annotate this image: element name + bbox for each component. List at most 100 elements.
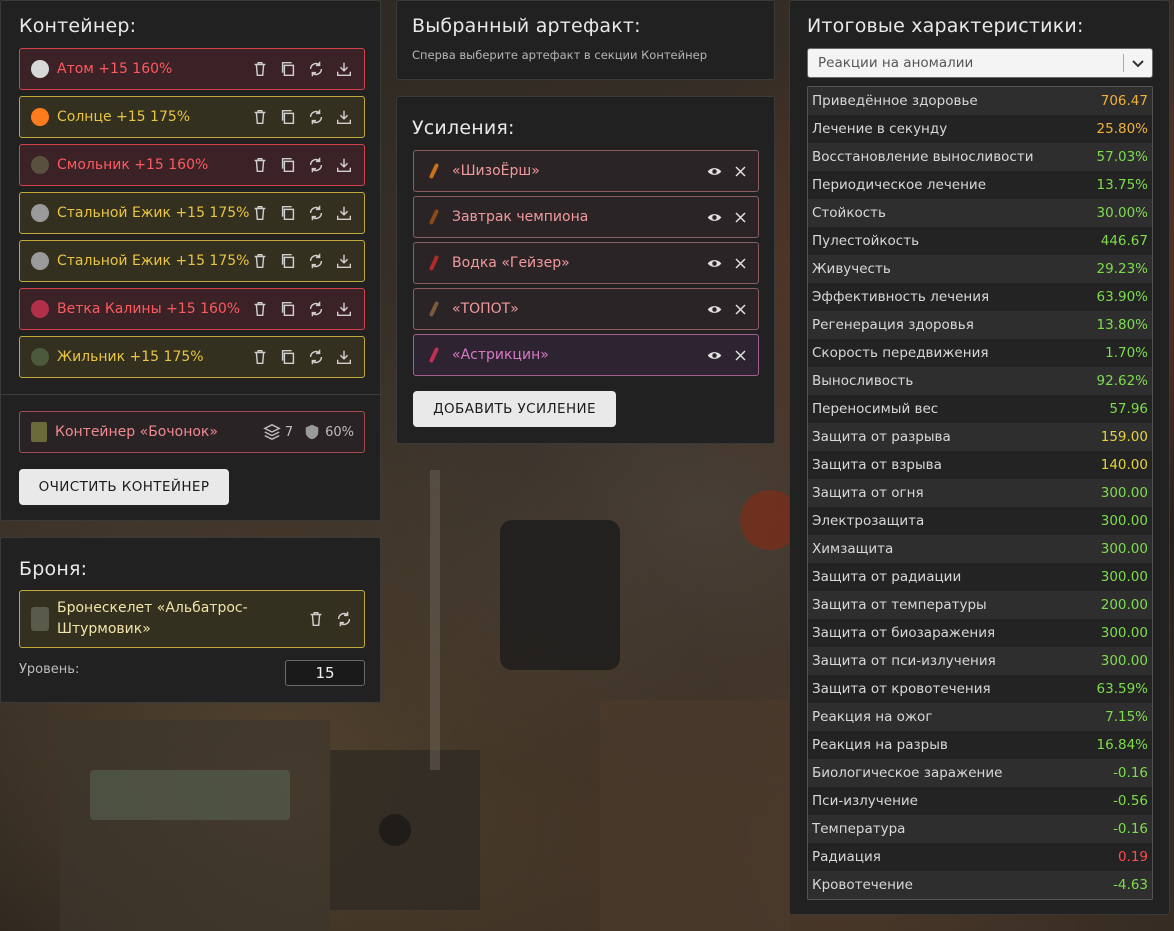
stat-value: 63.90% <box>1096 289 1148 305</box>
copy-icon[interactable] <box>277 202 299 224</box>
download-icon[interactable] <box>333 106 355 128</box>
stat-value: 57.96 <box>1109 401 1148 417</box>
stat-name: Защита от радиации <box>812 569 962 585</box>
download-icon[interactable] <box>333 346 355 368</box>
stat-name: Переносимый вес <box>812 401 939 417</box>
stat-name: Выносливость <box>812 373 914 389</box>
swap-icon[interactable] <box>305 106 327 128</box>
eye-icon[interactable] <box>706 347 722 363</box>
swap-icon[interactable] <box>305 298 327 320</box>
layers-icon <box>263 423 281 441</box>
delete-icon[interactable] <box>305 608 327 630</box>
artifact-row[interactable]: Солнце +15 175% <box>19 96 365 138</box>
clear-container-button[interactable]: ОЧИСТИТЬ КОНТЕЙНЕР <box>19 469 229 505</box>
stat-name: Химзащита <box>812 541 894 557</box>
close-icon[interactable] <box>732 255 748 271</box>
stat-name: Электрозащита <box>812 513 925 529</box>
resin-icon <box>31 156 49 174</box>
stat-row: Восстановление выносливости 57.03% <box>808 143 1152 171</box>
stat-name: Реакция на разрыв <box>812 737 948 753</box>
swap-icon[interactable] <box>305 58 327 80</box>
atom-icon <box>31 60 49 78</box>
copy-icon[interactable] <box>277 58 299 80</box>
eye-icon[interactable] <box>706 301 722 317</box>
stat-value: 140.00 <box>1100 457 1148 473</box>
stick-icon <box>424 299 444 319</box>
boost-row[interactable]: «Астрикцин» <box>413 334 759 376</box>
boost-row[interactable]: Завтрак чемпиона <box>413 196 759 238</box>
stat-name: Защита от огня <box>812 485 924 501</box>
stat-row: Защита от разрыва 159.00 <box>808 423 1152 451</box>
swap-icon[interactable] <box>305 202 327 224</box>
armor-row[interactable]: Бронескелет «Альбатрос-Штурмовик» <box>19 590 365 648</box>
container-panel: Контейнер: Атом +15 160% Солнце +15 175% С… <box>0 0 382 521</box>
stat-value: 446.67 <box>1100 233 1148 249</box>
delete-icon[interactable] <box>249 154 271 176</box>
close-icon[interactable] <box>732 209 748 225</box>
stat-name: Температура <box>812 821 906 837</box>
stat-value: 7.15% <box>1105 709 1148 725</box>
eye-icon[interactable] <box>706 163 722 179</box>
stat-value: 300.00 <box>1100 625 1148 641</box>
stat-value: 300.00 <box>1100 569 1148 585</box>
download-icon[interactable] <box>333 154 355 176</box>
copy-icon[interactable] <box>277 346 299 368</box>
close-icon[interactable] <box>732 301 748 317</box>
copy-icon[interactable] <box>277 250 299 272</box>
swap-icon[interactable] <box>333 608 355 630</box>
delete-icon[interactable] <box>249 346 271 368</box>
hedgehog-icon <box>31 204 49 222</box>
delete-icon[interactable] <box>249 202 271 224</box>
eye-icon[interactable] <box>706 209 722 225</box>
copy-icon[interactable] <box>277 154 299 176</box>
reaction-select[interactable]: Реакции на аномалии <box>807 48 1153 78</box>
close-icon[interactable] <box>732 347 748 363</box>
stat-name: Приведённое здоровье <box>812 93 978 109</box>
totals-title: Итоговые характеристики: <box>807 15 1084 37</box>
stat-value: 13.80% <box>1096 317 1148 333</box>
download-icon[interactable] <box>333 298 355 320</box>
artifact-row[interactable]: Стальной Ежик +15 175% <box>19 192 365 234</box>
swap-icon[interactable] <box>305 250 327 272</box>
boost-label: «ШизоЁрш» <box>452 163 540 179</box>
delete-icon[interactable] <box>249 106 271 128</box>
artifact-label: Солнце +15 175% <box>57 109 191 125</box>
copy-icon[interactable] <box>277 106 299 128</box>
stat-name: Защита от кровотечения <box>812 681 991 697</box>
download-icon[interactable] <box>333 250 355 272</box>
stat-row: Эффективность лечения 63.90% <box>808 283 1152 311</box>
eye-icon[interactable] <box>706 255 722 271</box>
artifact-row[interactable]: Смольник +15 160% <box>19 144 365 186</box>
artifact-label: Стальной Ежик +15 175% <box>57 205 250 221</box>
protection-value: 60% <box>325 424 354 440</box>
stat-value: 63.59% <box>1096 681 1148 697</box>
swap-icon[interactable] <box>305 346 327 368</box>
add-boost-button[interactable]: ДОБАВИТЬ УСИЛЕНИЕ <box>413 391 616 427</box>
delete-icon[interactable] <box>249 298 271 320</box>
boost-row[interactable]: «ШизоЁрш» <box>413 150 759 192</box>
stat-value: -0.16 <box>1113 821 1148 837</box>
close-icon[interactable] <box>732 163 748 179</box>
stat-value: -4.63 <box>1113 877 1148 893</box>
armor-title: Броня: <box>19 558 88 580</box>
stat-row: Скорость передвижения 1.70% <box>808 339 1152 367</box>
artifact-row[interactable]: Стальной Ежик +15 175% <box>19 240 365 282</box>
breakfast-icon <box>424 207 444 227</box>
armor-label: Бронескелет «Альбатрос-Штурмовик» <box>57 600 248 637</box>
delete-icon[interactable] <box>249 250 271 272</box>
level-input[interactable] <box>285 660 365 686</box>
chevron-down-icon[interactable] <box>1124 56 1152 70</box>
artifact-row[interactable]: Ветка Калины +15 160% <box>19 288 365 330</box>
download-icon[interactable] <box>333 202 355 224</box>
download-icon[interactable] <box>333 58 355 80</box>
stat-name: Лечение в секунду <box>812 121 948 137</box>
boost-row[interactable]: Водка «Гейзер» <box>413 242 759 284</box>
artifact-row[interactable]: Атом +15 160% <box>19 48 365 90</box>
boost-row[interactable]: «ТОПОТ» <box>413 288 759 330</box>
stat-value: 1.70% <box>1105 345 1148 361</box>
delete-icon[interactable] <box>249 58 271 80</box>
swap-icon[interactable] <box>305 154 327 176</box>
artifact-row[interactable]: Жильник +15 175% <box>19 336 365 378</box>
barrel-container-row[interactable]: Контейнер «Бочонок» 7 60% <box>19 411 365 453</box>
copy-icon[interactable] <box>277 298 299 320</box>
